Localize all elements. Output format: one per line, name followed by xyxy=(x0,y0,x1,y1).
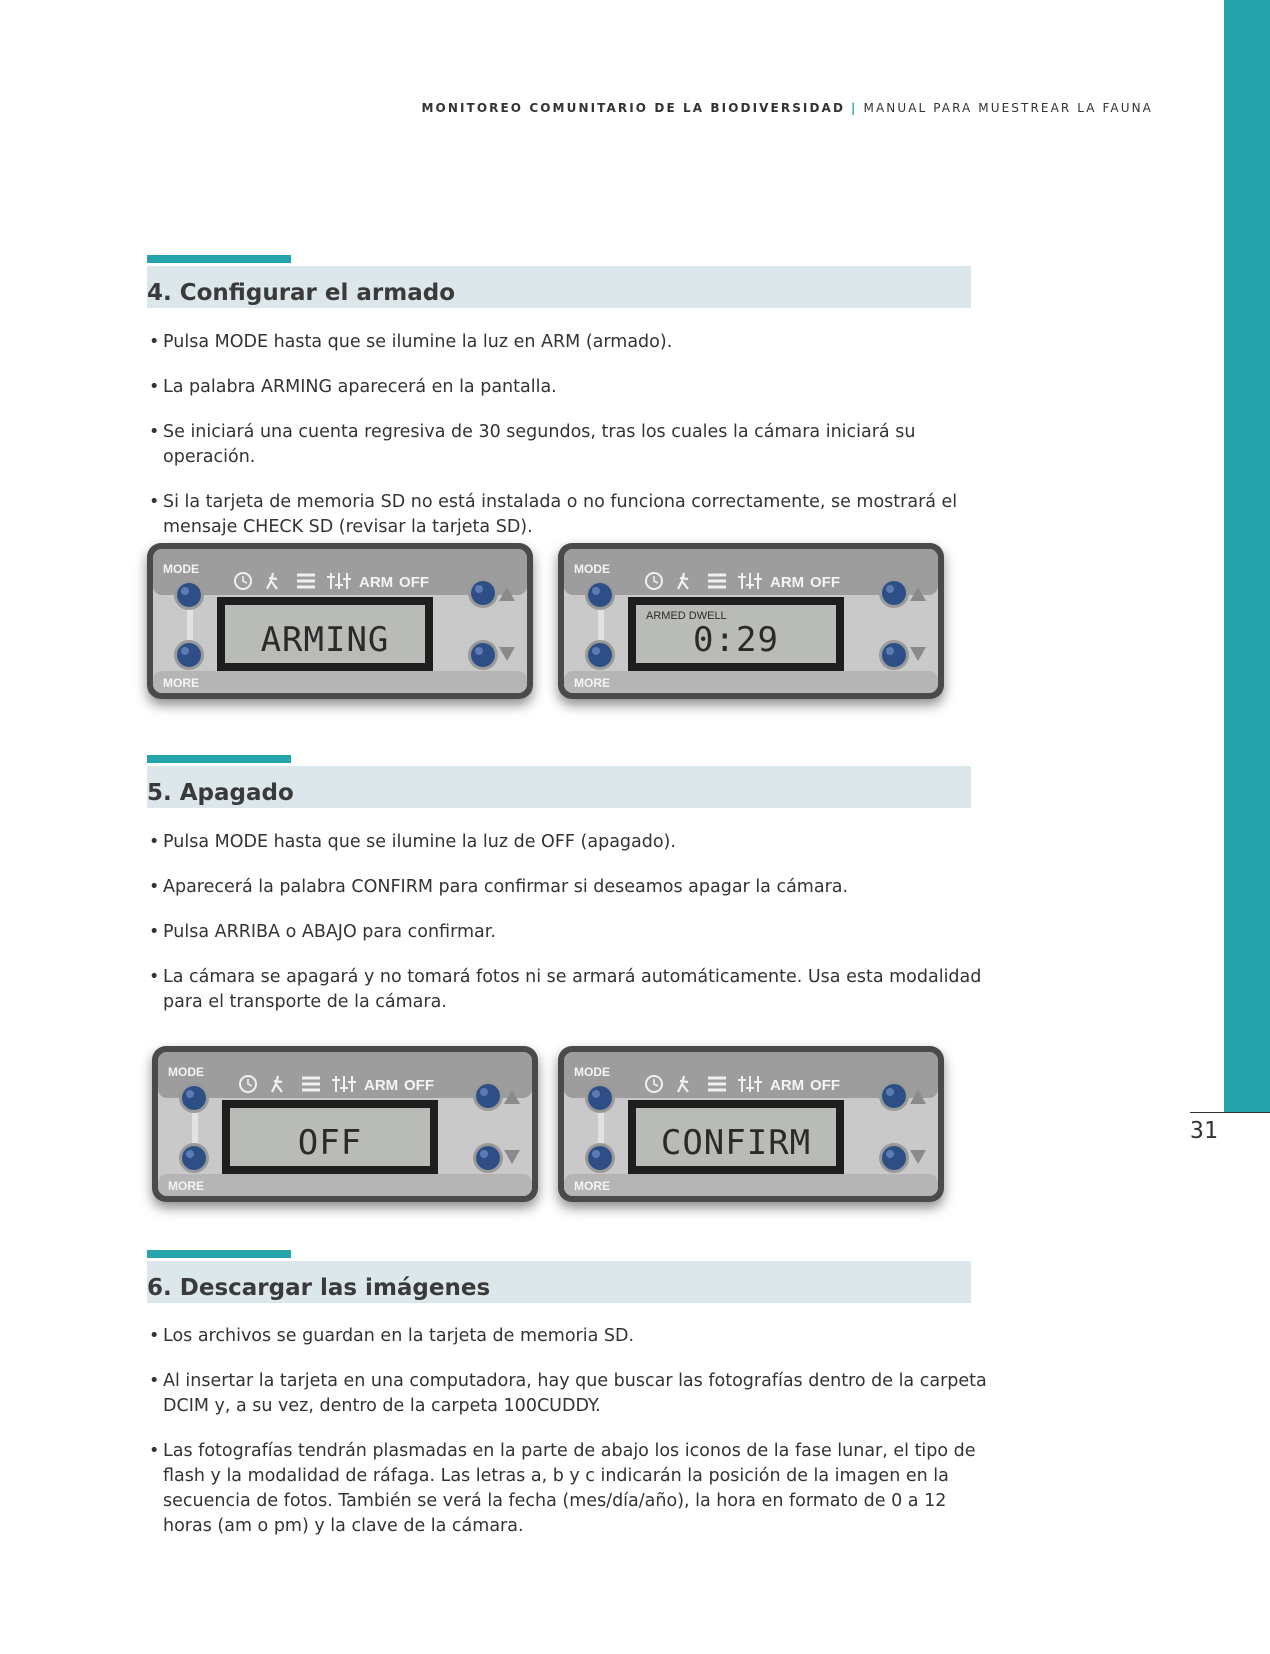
more-button xyxy=(182,1146,206,1170)
button-highlight xyxy=(592,1090,600,1098)
button-highlight xyxy=(886,1088,894,1096)
bullet-list: Pulsa MODE hasta que se ilumine la luz d… xyxy=(149,830,989,1035)
more-label: MORE xyxy=(168,1179,204,1193)
bullet-item: Pulsa MODE hasta que se ilumine la luz d… xyxy=(149,830,989,855)
camera-panel-photo: MODE MORE ARM OFF OFF xyxy=(152,1046,538,1202)
lcd-display-text: ARMING xyxy=(261,620,390,660)
more-button xyxy=(588,1146,612,1170)
sliders-icon xyxy=(327,573,351,589)
bullet-list: Los archivos se guardan en la tarjeta de… xyxy=(149,1324,989,1559)
section-heading-bar: 5. Apagado xyxy=(147,766,971,808)
bullet-item: La palabra ARMING aparecerá en la pantal… xyxy=(149,375,989,400)
side-color-bar xyxy=(1224,0,1270,1112)
camera-panel-photo: MODE MORE ARM OFF ARMING xyxy=(147,543,533,699)
more-label: MORE xyxy=(574,1179,610,1193)
down-button xyxy=(882,1146,906,1170)
section-title: 6. Descargar las imágenes xyxy=(147,1275,491,1301)
mode-button xyxy=(177,583,201,607)
section-title: 4. Configurar el armado xyxy=(147,280,456,306)
lcd-display-text: OFF xyxy=(298,1123,362,1163)
camera-panel-photo: MODE MORE ARM OFF ARMED DWELL 0:29 xyxy=(558,543,944,699)
lcd-display-text: CONFIRM xyxy=(661,1123,811,1163)
button-highlight xyxy=(475,585,483,593)
bullet-item: Al insertar la tarjeta en una computador… xyxy=(149,1369,989,1419)
mode-label: MODE xyxy=(574,1065,610,1079)
sliders-icon xyxy=(332,1076,356,1092)
mode-button xyxy=(588,1086,612,1110)
bullet-item: Pulsa ARRIBA o ABAJO para confirmar. xyxy=(149,920,989,945)
section-heading-bar: 6. Descargar las imágenes xyxy=(147,1261,971,1303)
bullet-item: Se iniciará una cuenta regresiva de 30 s… xyxy=(149,420,989,470)
bullet-item: La cámara se apagará y no tomará fotos n… xyxy=(149,965,989,1015)
header-separator: | xyxy=(851,101,858,115)
button-highlight xyxy=(475,647,483,655)
button-highlight xyxy=(181,647,189,655)
more-label: MORE xyxy=(574,676,610,690)
panel-bottom-band xyxy=(564,671,938,693)
bullet-item: Aparecerá la palabra CONFIRM para confir… xyxy=(149,875,989,900)
button-highlight xyxy=(592,647,600,655)
bullet-list: Pulsa MODE hasta que se ilumine la luz e… xyxy=(149,330,989,560)
page-number-rule xyxy=(1190,1112,1270,1113)
page-number: 31 xyxy=(1190,1118,1218,1144)
mode-label: MODE xyxy=(163,562,199,576)
running-header: MONITOREO COMUNITARIO DE LA BIODIVERSIDA… xyxy=(422,101,1154,115)
up-button xyxy=(471,581,495,605)
bullet-item: Pulsa MODE hasta que se ilumine la luz e… xyxy=(149,330,989,355)
button-highlight xyxy=(886,585,894,593)
down-button xyxy=(471,643,495,667)
section-title: 5. Apagado xyxy=(147,780,294,806)
button-highlight xyxy=(886,1150,894,1158)
sliders-icon xyxy=(738,1076,762,1092)
mode-label: MODE xyxy=(168,1065,204,1079)
more-button xyxy=(588,643,612,667)
more-label: MORE xyxy=(163,676,199,690)
camera-panel-photo: MODE MORE ARM OFF CONFIRM xyxy=(558,1046,944,1202)
section-heading-bar: 4. Configurar el armado xyxy=(147,266,971,308)
bullet-item: Las fotografías tendrán plasmadas en la … xyxy=(149,1439,989,1539)
section-accent-bar xyxy=(147,1250,291,1258)
down-button xyxy=(882,643,906,667)
off-label: OFF xyxy=(810,574,840,591)
bullet-item: Si la tarjeta de memoria SD no está inst… xyxy=(149,490,989,540)
button-highlight xyxy=(592,1150,600,1158)
button-highlight xyxy=(480,1150,488,1158)
arm-label: ARM xyxy=(359,574,393,591)
section-accent-bar xyxy=(147,755,291,763)
mode-button xyxy=(588,583,612,607)
section-accent-bar xyxy=(147,255,291,263)
button-highlight xyxy=(181,587,189,595)
header-title: MONITOREO COMUNITARIO DE LA BIODIVERSIDA… xyxy=(421,101,846,115)
arm-label: ARM xyxy=(364,1077,398,1094)
off-label: OFF xyxy=(810,1077,840,1094)
button-highlight xyxy=(186,1150,194,1158)
more-button xyxy=(177,643,201,667)
panel-bottom-band xyxy=(153,671,527,693)
up-button xyxy=(882,581,906,605)
mode-button xyxy=(182,1086,206,1110)
header-subtitle: MANUAL PARA MUESTREAR LA FAUNA xyxy=(863,101,1153,115)
arm-label: ARM xyxy=(770,574,804,591)
down-button xyxy=(476,1146,500,1170)
sliders-icon xyxy=(738,573,762,589)
button-highlight xyxy=(480,1088,488,1096)
off-label: OFF xyxy=(399,574,429,591)
arm-label: ARM xyxy=(770,1077,804,1094)
bullet-item: Los archivos se guardan en la tarjeta de… xyxy=(149,1324,989,1349)
mode-label: MODE xyxy=(574,562,610,576)
button-highlight xyxy=(886,647,894,655)
button-highlight xyxy=(592,587,600,595)
panel-bottom-band xyxy=(158,1174,532,1196)
up-button xyxy=(882,1084,906,1108)
up-button xyxy=(476,1084,500,1108)
button-highlight xyxy=(186,1090,194,1098)
panel-bottom-band xyxy=(564,1174,938,1196)
lcd-display-text: 0:29 xyxy=(693,620,779,660)
off-label: OFF xyxy=(404,1077,434,1094)
